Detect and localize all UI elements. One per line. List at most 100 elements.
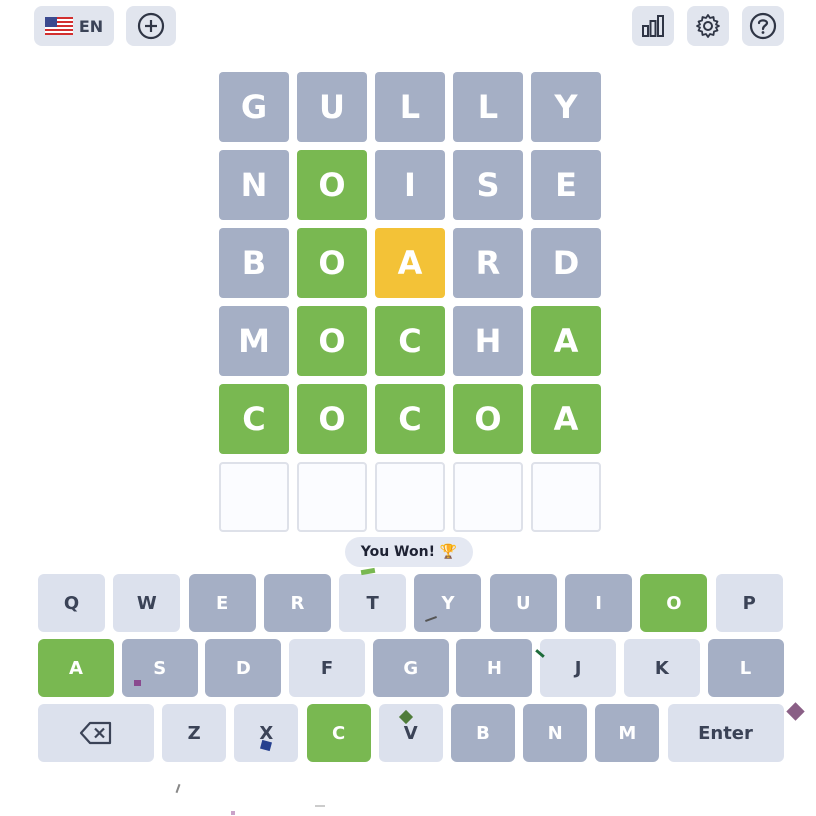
key-label: M <box>618 722 637 744</box>
key-m[interactable]: M <box>595 704 660 762</box>
board-tile: A <box>531 384 601 454</box>
key-k[interactable]: K <box>623 639 700 697</box>
enter-key[interactable]: Enter <box>667 704 784 762</box>
board-tile: U <box>297 72 367 142</box>
key-y[interactable]: Y <box>414 574 482 632</box>
statistics-button[interactable] <box>632 6 674 46</box>
key-u[interactable]: U <box>489 574 557 632</box>
language-code: EN <box>78 16 104 36</box>
board-tile: I <box>375 150 445 220</box>
board-row: MOCHA <box>219 306 601 376</box>
key-a[interactable]: A <box>38 639 114 697</box>
key-b[interactable]: B <box>450 704 515 762</box>
plus-circle-icon <box>137 12 165 40</box>
board-row <box>219 462 601 532</box>
key-i[interactable]: I <box>565 574 633 632</box>
board-tile: O <box>297 306 367 376</box>
board-tile: D <box>531 228 601 298</box>
board-tile: L <box>375 72 445 142</box>
key-s[interactable]: S <box>121 639 198 697</box>
key-label: Z <box>187 722 201 744</box>
key-label: S <box>153 657 167 679</box>
key-label: I <box>595 592 602 614</box>
key-e[interactable]: E <box>188 574 256 632</box>
confetti-piece <box>134 680 141 686</box>
key-r[interactable]: R <box>263 574 331 632</box>
key-q[interactable]: Q <box>38 574 105 632</box>
key-x[interactable]: X <box>234 704 299 762</box>
help-button[interactable] <box>742 6 784 46</box>
board-tile: N <box>219 150 289 220</box>
settings-button[interactable] <box>687 6 729 46</box>
key-label: D <box>235 657 251 679</box>
bar-chart-icon <box>642 15 664 37</box>
key-label: O <box>666 592 682 614</box>
key-h[interactable]: H <box>456 639 533 697</box>
key-label: H <box>486 657 502 679</box>
backspace-key[interactable] <box>38 704 154 762</box>
board-tile: O <box>453 384 523 454</box>
board-tile: E <box>531 150 601 220</box>
key-label: R <box>290 592 305 614</box>
backspace-icon <box>79 721 113 745</box>
key-w[interactable]: W <box>113 574 181 632</box>
board-tile: L <box>453 72 523 142</box>
keyboard-row-2: ASDFGHJKL <box>38 639 784 697</box>
us-flag-icon <box>44 17 73 35</box>
new-game-button[interactable] <box>126 6 176 46</box>
board-tile: M <box>219 306 289 376</box>
key-label: E <box>215 592 229 614</box>
win-toast: You Won! 🏆 <box>345 537 473 567</box>
key-label: U <box>515 592 531 614</box>
board-tile <box>531 462 601 532</box>
key-t[interactable]: T <box>339 574 407 632</box>
game-board: GULLYNOISEBOARDMOCHACOCOA <box>219 72 601 540</box>
key-n[interactable]: N <box>523 704 588 762</box>
language-button[interactable]: EN <box>34 6 114 46</box>
win-toast-text: You Won! 🏆 <box>360 544 458 560</box>
board-tile: C <box>219 384 289 454</box>
key-label: T <box>366 592 379 614</box>
key-label: J <box>574 657 582 679</box>
key-label: L <box>739 657 752 679</box>
gear-icon <box>696 14 720 38</box>
confetti-piece <box>231 811 235 815</box>
board-row: NOISE <box>219 150 601 220</box>
board-tile: C <box>375 306 445 376</box>
key-o[interactable]: O <box>640 574 708 632</box>
key-j[interactable]: J <box>540 639 617 697</box>
key-d[interactable]: D <box>205 639 282 697</box>
board-tile: O <box>297 384 367 454</box>
key-c[interactable]: C <box>306 704 371 762</box>
key-label: B <box>476 722 490 744</box>
keyboard-row-3: Z X C V B N M Enter <box>38 704 784 762</box>
key-p[interactable]: P <box>715 574 783 632</box>
key-label: G <box>403 657 419 679</box>
board-tile <box>297 462 367 532</box>
confetti-piece <box>175 783 181 794</box>
keyboard-row-1: QW E R T Y U I O P <box>38 574 783 632</box>
key-label: K <box>654 657 669 679</box>
key-g[interactable]: G <box>372 639 449 697</box>
key-f[interactable]: F <box>289 639 366 697</box>
board-tile: A <box>375 228 445 298</box>
question-circle-icon <box>749 12 777 40</box>
key-v[interactable]: V <box>378 704 443 762</box>
board-row: COCOA <box>219 384 601 454</box>
board-row: BOARD <box>219 228 601 298</box>
key-l[interactable]: L <box>707 639 784 697</box>
confetti-piece <box>786 702 805 721</box>
key-label: V <box>403 722 418 744</box>
key-label: A <box>69 657 83 679</box>
board-tile: B <box>219 228 289 298</box>
confetti-piece <box>315 805 325 807</box>
board-tile <box>453 462 523 532</box>
key-z[interactable]: Z <box>162 704 227 762</box>
key-label: N <box>547 722 563 744</box>
board-tile: S <box>453 150 523 220</box>
board-tile: G <box>219 72 289 142</box>
board-tile <box>375 462 445 532</box>
board-row: GULLY <box>219 72 601 142</box>
key-label: P <box>742 592 756 614</box>
board-tile: O <box>297 150 367 220</box>
